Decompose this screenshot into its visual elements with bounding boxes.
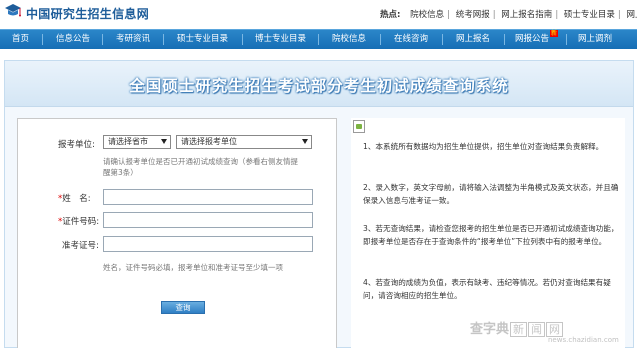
nav-online-adjust[interactable]: 网上调剂 [578, 30, 612, 49]
notice-item-2: 2、录入数字，英文字母前，请将输入法调整为半角模式及英文状态，并且确保录入信息与… [363, 183, 619, 205]
nav-divider [102, 34, 103, 45]
province-select-value: 请选择省市 [108, 137, 148, 146]
nav-home[interactable]: 首页 [12, 30, 29, 49]
query-form: 报考单位: 请选择省市 请选择报考单位 请确认报考单位是否已开通初试成绩查询（参… [17, 118, 337, 348]
chevron-down-icon [302, 139, 308, 144]
nav-online-consult[interactable]: 在线咨询 [394, 30, 428, 49]
hot-link-school-info[interactable]: 院校信息 [410, 10, 444, 20]
hot-link-reg-guide[interactable]: 网上报名指南 [501, 10, 552, 20]
ticket-label: 准考证号: [62, 241, 99, 251]
notice-item-3: 3、若无查询结果，请检查您报考的招生单位是否已开通初试成绩查询功能，即报考单位是… [363, 224, 619, 246]
new-badge: 新 [550, 30, 559, 37]
image-placeholder-icon [353, 120, 365, 133]
nav-divider [163, 34, 164, 45]
watermark-url: news.chazidian.com [548, 336, 619, 344]
nav-master-catalog[interactable]: 硕士专业目录 [177, 30, 228, 49]
unit-select-value: 请选择报考单位 [181, 137, 237, 146]
banner: 全国硕士研究生招生考试部分考生初试成绩查询系统 [5, 61, 633, 107]
notice-box: 1、本系统所有数据均为招生单位提供，招生单位对查询结果负责解释。 2、录入数字，… [351, 118, 625, 348]
province-select[interactable]: 请选择省市 [103, 135, 171, 149]
id-label: *证件号码: [58, 217, 100, 227]
unit-label: 报考单位: [58, 140, 95, 150]
nav-online-register[interactable]: 网上报名 [456, 30, 490, 49]
nav-divider [242, 34, 243, 45]
site-header: 中国研究生招生信息网 热点: 院校信息 | 统考网报 | 网上报名指南 | 硕士专业目… [0, 0, 637, 26]
hot-links: 热点: 院校信息| 统考网报| 网上报名指南| 硕士专业目录| 网上调 [380, 8, 637, 20]
nav-divider [318, 34, 319, 45]
query-panel: 全国硕士研究生招生考试部分考生初试成绩查询系统 报考单位: 请选择省市 请选择报… [4, 60, 634, 348]
nav-divider [566, 34, 567, 45]
watermark: 查字典新闻网 [470, 318, 564, 337]
nav-announcements[interactable]: 信息公告 [56, 30, 90, 49]
notice-item-1: 1、本系统所有数据均为招生单位提供，招生单位对查询结果负责解释。 [363, 142, 604, 151]
name-label: *姓 名: [58, 194, 91, 204]
nav-divider [380, 34, 381, 45]
notice-item-4: 4、若查询的成绩为负值，表示有缺考、违纪等情况。若仍对查询结果有疑问，请咨询相应… [363, 278, 611, 300]
page-title: 全国硕士研究生招生考试部分考生初试成绩查询系统 [129, 77, 509, 95]
chevron-down-icon [161, 139, 167, 144]
query-button[interactable]: 查询 [161, 301, 205, 314]
nav-divider [42, 34, 43, 45]
graduation-cap-icon [5, 4, 21, 17]
nav-divider [442, 34, 443, 45]
name-input[interactable] [103, 189, 313, 205]
nav-news[interactable]: 考研资讯 [116, 30, 150, 49]
hot-link-exam-reg[interactable]: 统考网报 [456, 10, 490, 20]
hot-link-adjust[interactable]: 网上调 [626, 10, 637, 20]
nav-doctor-catalog[interactable]: 博士专业目录 [255, 30, 306, 49]
main-nav: 首页 信息公告 考研资讯 硕士专业目录 博士专业目录 院校信息 在线咨询 网上报… [0, 29, 637, 49]
ticket-note: 姓名，证件号码必填，报考单位和准考证号至少填一项 [103, 263, 283, 272]
site-title[interactable]: 中国研究生招生信息网 [26, 5, 149, 22]
nav-reg-notice[interactable]: 网报公告新 [515, 30, 559, 49]
hot-label: 热点: [380, 10, 401, 20]
unit-note: 请确认报考单位是否已开通初试成绩查询（参看右侧友情提醒第3条） [103, 157, 298, 177]
hot-link-master-catalog[interactable]: 硕士专业目录 [564, 10, 615, 20]
unit-select[interactable]: 请选择报考单位 [176, 135, 312, 149]
nav-school-info[interactable]: 院校信息 [332, 30, 366, 49]
id-number-input[interactable] [103, 212, 313, 228]
ticket-number-input[interactable] [103, 236, 313, 252]
nav-divider [504, 34, 505, 45]
